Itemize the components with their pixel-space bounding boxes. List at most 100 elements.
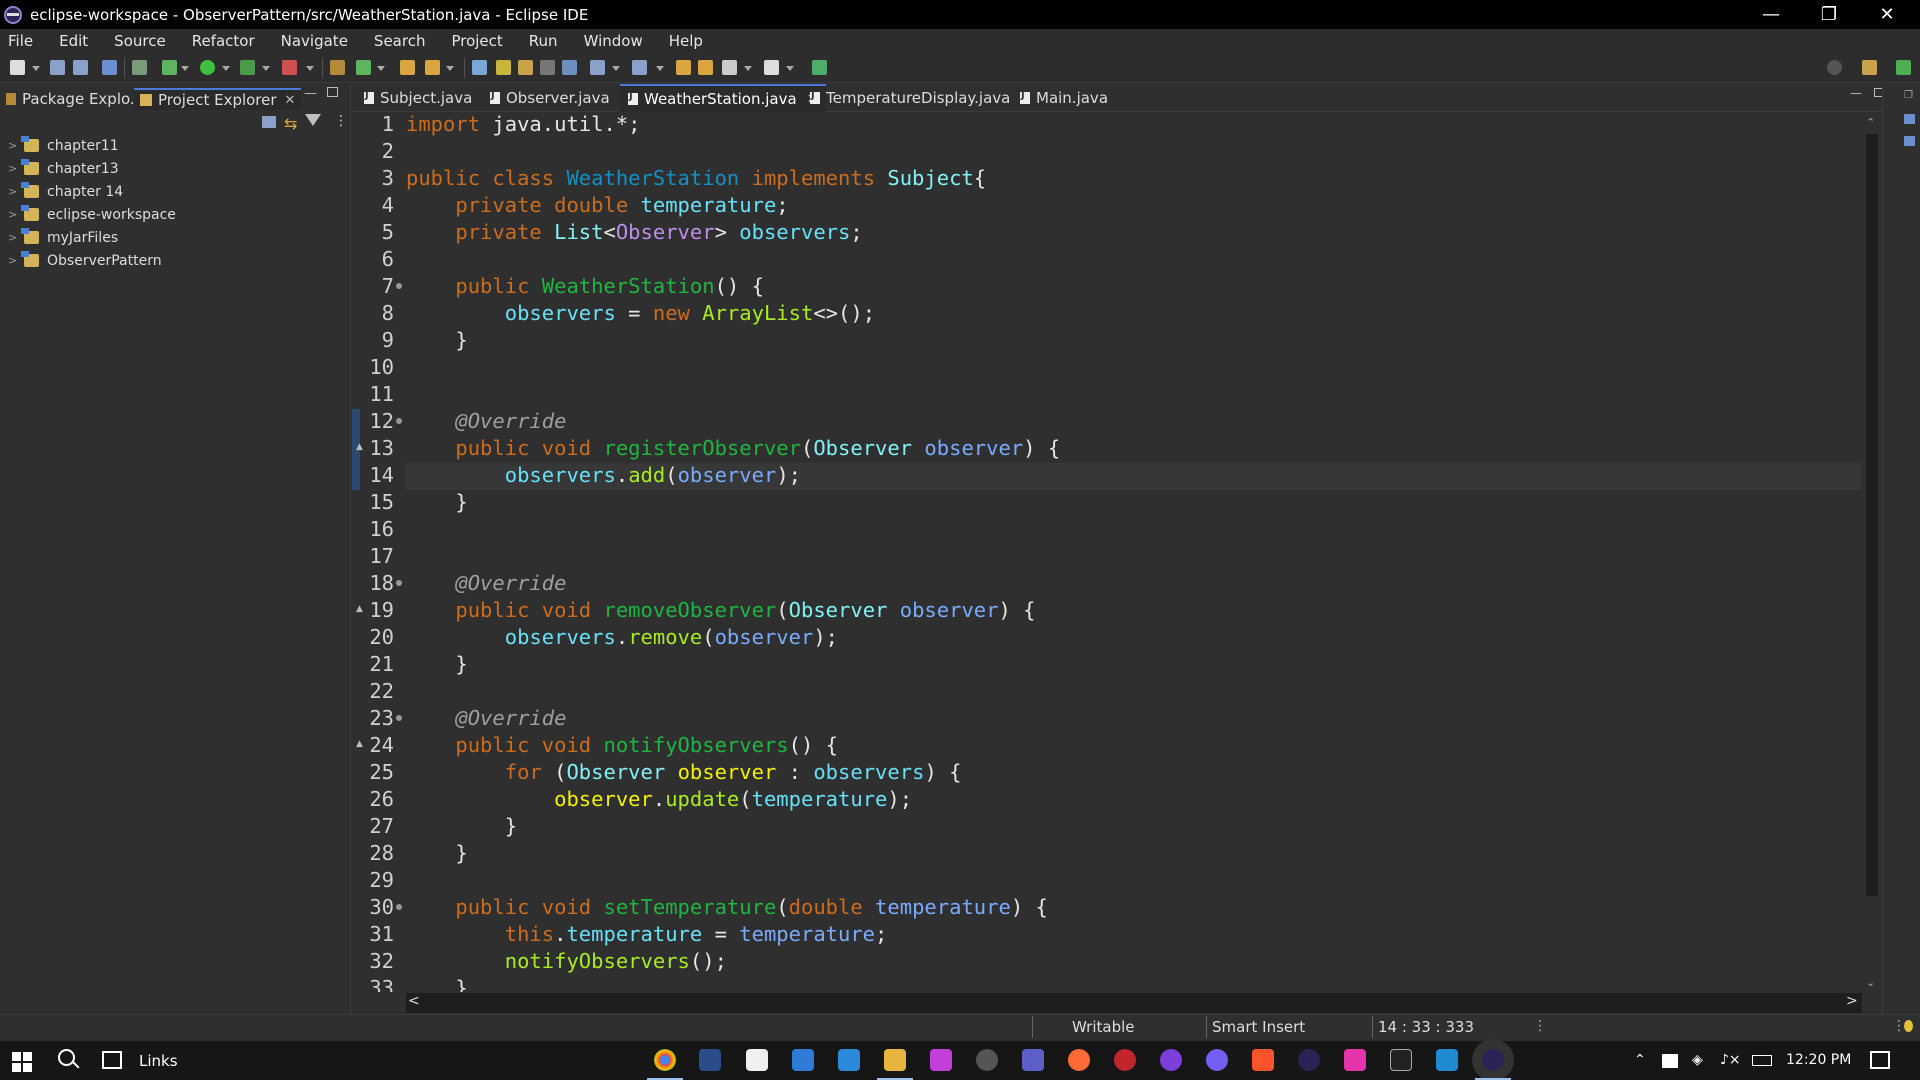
tree-item-project[interactable]: > chapter13 [8,157,119,180]
annotation-icon[interactable] [518,60,533,75]
menu-edit[interactable]: Edit [59,32,88,50]
clock[interactable]: 12:20 PM [1786,1052,1851,1068]
menu-refactor[interactable]: Refactor [192,32,255,50]
back-icon[interactable] [722,60,737,75]
horizontal-scrollbar[interactable] [406,993,1862,1013]
file-explorer-icon[interactable] [877,1049,913,1080]
minimize-button[interactable]: — [1742,0,1800,29]
open-type-icon[interactable] [400,60,415,75]
next-annotation-icon[interactable] [590,60,605,75]
pin-editor-icon[interactable] [812,60,827,75]
terminal-icon[interactable] [102,60,117,75]
code-editor[interactable]: 1 2 3 4 5 6 7 8 9 10 11 12 13 14 15 16 1… [352,112,1862,992]
fold-marker[interactable] [396,283,402,289]
scroll-down-icon[interactable]: ⌄ [1866,976,1875,989]
java-perspective-icon[interactable] [1896,60,1911,75]
tree-item-project[interactable]: > myJarFiles [8,226,118,249]
fold-marker[interactable] [396,580,402,586]
minimize-editor-icon[interactable]: — [1850,86,1862,100]
prev-annotation-icon[interactable] [632,60,647,75]
minimize-view-icon[interactable]: — [304,86,317,101]
menu-navigate[interactable]: Navigate [281,32,348,50]
forward-edit-icon[interactable] [698,60,713,75]
trello-icon[interactable] [1436,1049,1458,1071]
debug-icon[interactable] [162,60,177,75]
app-icon[interactable] [699,1049,721,1071]
outline-view-icon[interactable] [1904,114,1915,124]
save-all-icon[interactable] [73,60,88,75]
menu-help[interactable]: Help [669,32,703,50]
close-button[interactable]: ✕ [1858,0,1916,29]
menu-search[interactable]: Search [374,32,426,50]
tab-weatherstation-java[interactable]: WeatherStation.java✕ [620,84,826,112]
link-editor-icon[interactable]: ⇆ [284,114,297,133]
run-icon[interactable] [200,60,215,75]
fold-marker[interactable] [396,418,402,424]
mail-icon[interactable] [792,1049,814,1071]
filter-icon[interactable] [305,114,321,126]
security-icon[interactable] [1662,1054,1678,1068]
show-whitespace-icon[interactable] [562,60,577,75]
app-icon[interactable] [1114,1049,1136,1071]
open-task-icon[interactable] [425,60,440,75]
viber-icon[interactable] [1206,1049,1228,1071]
links-toolbar[interactable]: Links [139,1052,178,1070]
menu-window[interactable]: Window [584,32,643,50]
tip-lightbulb-icon[interactable] [1904,1020,1913,1032]
chrome-icon[interactable] [647,1049,683,1080]
mark-occurrences-icon[interactable] [496,60,511,75]
save-icon[interactable] [50,60,65,75]
new-java-project-icon[interactable] [330,60,345,75]
tab-project-explorer[interactable]: Project Explorer ✕ [134,88,302,110]
new-icon[interactable] [10,60,25,75]
skip-breakpoints-icon[interactable] [132,60,147,75]
tree-item-project[interactable]: > chapter11 [8,134,119,157]
view-menu-icon[interactable]: ⋮ [334,113,348,129]
menu-project[interactable]: Project [451,32,502,50]
tab-temperaturedisplay-java[interactable]: TemperatureDisplay.java [802,84,1018,112]
coverage-icon[interactable] [240,60,255,75]
wifi-icon[interactable]: ◈ [1692,1052,1703,1068]
brave-icon[interactable] [1252,1049,1274,1071]
open-perspective-icon[interactable] [1862,60,1877,75]
tab-observer-java[interactable]: Observer.java [482,84,618,112]
override-indicator-icon[interactable]: ▲ [356,442,363,452]
menu-run[interactable]: Run [529,32,558,50]
github-desktop-icon[interactable] [1160,1049,1182,1071]
last-edit-icon[interactable] [676,60,691,75]
override-indicator-icon[interactable]: ▲ [356,739,363,749]
maximize-view-icon[interactable] [327,87,338,97]
block-selection-icon[interactable] [540,60,555,75]
battery-icon[interactable] [1752,1055,1772,1066]
tab-main-java[interactable]: Main.java [1012,84,1116,112]
vertical-scroll-thumb[interactable] [1866,134,1878,896]
jetbrains-icon[interactable] [930,1049,952,1071]
search-toolbar-icon[interactable] [472,60,487,75]
tab-package-explorer[interactable]: Package Explo... [6,88,144,110]
eclipse-icon[interactable] [1298,1049,1320,1071]
tree-item-project[interactable]: > eclipse-workspace [8,203,176,226]
tree-item-project[interactable]: > ObserverPattern [8,249,162,272]
windows-start-icon[interactable] [12,1052,32,1072]
collapse-all-icon[interactable] [262,116,276,128]
show-hidden-icons-icon[interactable]: ⌃ [1634,1052,1646,1068]
task-list-view-icon[interactable] [1904,136,1915,146]
override-indicator-icon[interactable]: ▲ [356,604,363,614]
status-menu-icon[interactable]: ⋮ [1533,1018,1547,1034]
steam-icon[interactable] [976,1049,998,1071]
fold-marker[interactable] [396,715,402,721]
new-package-icon[interactable] [356,60,371,75]
close-tab-icon[interactable]: ✕ [285,93,296,108]
tree-item-project[interactable]: > chapter 14 [8,180,123,203]
menu-source[interactable]: Source [114,32,166,50]
terminal-icon[interactable] [1390,1049,1412,1071]
app-icon[interactable] [1344,1049,1366,1071]
forward-icon[interactable] [764,60,779,75]
scroll-right-icon[interactable]: > [1846,993,1858,1009]
volume-muted-icon[interactable]: ♪× [1720,1052,1741,1068]
menu-file[interactable]: File [8,32,33,50]
vscode-icon[interactable] [838,1049,860,1071]
microsoft-store-icon[interactable] [746,1049,768,1071]
restore-trim-icon[interactable]: ❐ [1904,90,1913,101]
task-view-icon[interactable] [102,1051,122,1069]
